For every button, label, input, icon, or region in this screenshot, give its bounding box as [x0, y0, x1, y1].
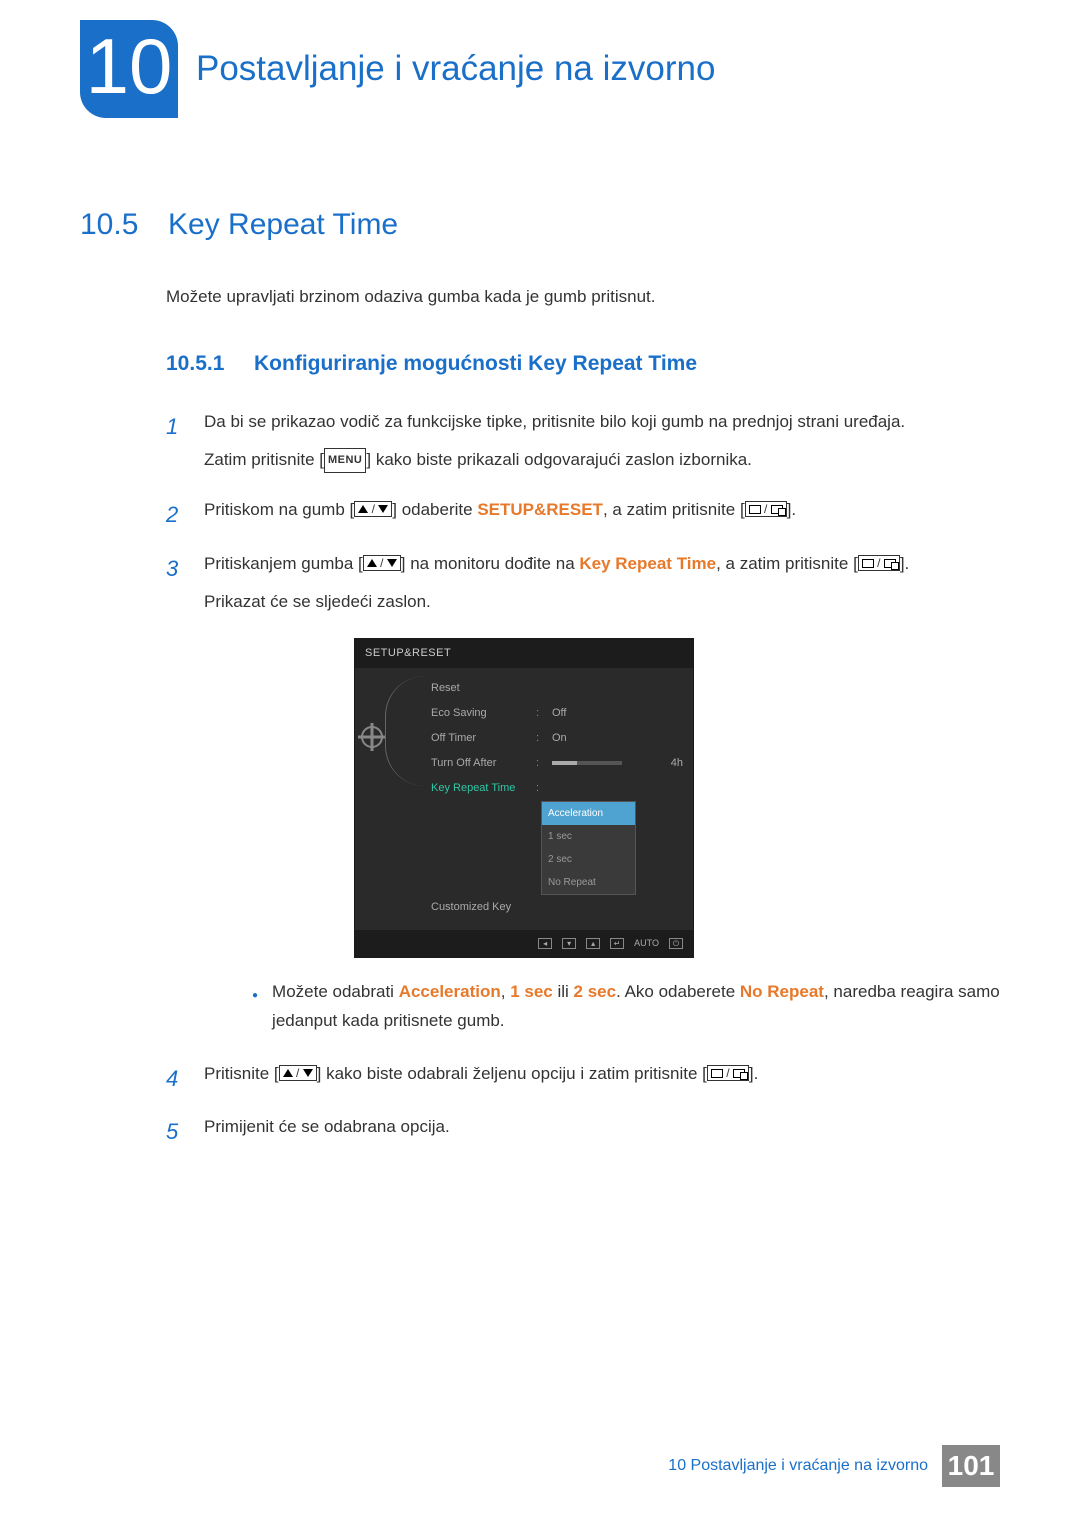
- page-footer: 10 Postavljanje i vraćanje na izvorno 10…: [668, 1445, 1000, 1487]
- up-down-icon: /: [363, 555, 401, 571]
- osd-row-label: Eco Saving: [431, 703, 526, 724]
- step: 1 Da bi se prikazao vodič za funkcijske t…: [166, 406, 1000, 483]
- keyword: SETUP&RESET: [477, 500, 603, 519]
- osd-row-label: Turn Off After: [431, 753, 526, 774]
- osd-nav-icon: ↵: [610, 938, 624, 949]
- osd-menu: ResetEco Saving:OffOff Timer:OnTurn Off …: [431, 676, 683, 919]
- osd-row-value: On: [552, 728, 683, 749]
- step: 4 Pritisnite [ / ] kako biste odabrali že…: [166, 1058, 1000, 1100]
- step: 2 Pritiskom na gumb [ / ] odaberite SETUP…: [166, 494, 1000, 536]
- osd-row-label: Off Timer: [431, 728, 526, 749]
- osd-row-label: Key Repeat Time: [431, 778, 526, 799]
- step-number: 5: [166, 1111, 186, 1153]
- step-number: 4: [166, 1058, 186, 1100]
- osd-slider: [552, 761, 622, 765]
- osd-title: SETUP&RESET: [355, 639, 693, 668]
- osd-row-label: Customized Key: [431, 897, 526, 918]
- step-line: Prikazat će se sljedeći zaslon.: [204, 586, 1000, 618]
- gear-icon: [361, 726, 383, 748]
- step-body: Pritiskanjem gumba [ / ] na monitoru dođ…: [204, 548, 1000, 1046]
- enter-icon: /: [745, 501, 787, 517]
- osd-row-value: Off: [552, 703, 683, 724]
- steps-list: 1 Da bi se prikazao vodič za funkcijske t…: [166, 406, 1000, 1154]
- step-number: 1: [166, 406, 186, 483]
- footer-chapter-ref: 10 Postavljanje i vraćanje na izvorno: [668, 1457, 928, 1475]
- section-intro: Možete upravljati brzinom odaziva gumba …: [166, 284, 1000, 310]
- step-body: Da bi se prikazao vodič za funkcijske ti…: [204, 406, 1000, 483]
- bullet-icon: ●: [252, 987, 258, 1036]
- section-number: 10.5: [80, 208, 150, 242]
- chapter-title: Postavljanje i vraćanje na izvorno: [196, 49, 715, 89]
- page-number: 101: [942, 1445, 1000, 1487]
- step: 5 Primijenit će se odabrana opcija.: [166, 1111, 1000, 1153]
- enter-icon: /: [707, 1065, 749, 1081]
- osd-submenu-item: 1 sec: [542, 825, 635, 848]
- power-icon: ⏻: [669, 938, 683, 949]
- keyword: Key Repeat Time: [579, 554, 716, 573]
- osd-screenshot: SETUP&RESET ResetEco Saving:OffOff Timer:…: [354, 638, 1000, 957]
- osd-submenu: Acceleration1 sec2 secNo Repeat: [541, 801, 636, 895]
- step-number: 2: [166, 494, 186, 536]
- step-line: Pritisnite [ / ] kako biste odabrali žel…: [204, 1058, 1000, 1090]
- osd-submenu-item: No Repeat: [542, 871, 635, 894]
- step-line: Primijenit će se odabrana opcija.: [204, 1111, 1000, 1143]
- osd-row: Customized Key: [431, 895, 683, 920]
- osd-auto-label: AUTO: [634, 935, 659, 952]
- subsection-title: Konfiguriranje mogućnosti Key Repeat Tim…: [254, 352, 697, 376]
- section-title: Key Repeat Time: [168, 208, 398, 242]
- step-body: Pritisnite [ / ] kako biste odabrali žel…: [204, 1058, 1000, 1100]
- up-down-icon: /: [354, 501, 392, 517]
- osd-row-label: Reset: [431, 678, 526, 699]
- osd-row: Reset: [431, 676, 683, 701]
- step: 3 Pritiskanjem gumba [ / ] na monitoru do…: [166, 548, 1000, 1046]
- subsection-heading: 10.5.1 Konfiguriranje mogućnosti Key Rep…: [166, 352, 1000, 376]
- osd-footer: ◂ ▾ ▴ ↵ AUTO ⏻: [355, 930, 693, 957]
- osd-row: Eco Saving:Off: [431, 701, 683, 726]
- osd-row: Turn Off After:4h: [431, 751, 683, 776]
- subsection-number: 10.5.1: [166, 352, 236, 376]
- osd-arc-decoration: [385, 676, 425, 786]
- chapter-number-badge: 10: [80, 20, 178, 118]
- up-down-icon: /: [279, 1065, 317, 1081]
- step-line: Da bi se prikazao vodič za funkcijske ti…: [204, 406, 1000, 438]
- step-body: Pritiskom na gumb [ / ] odaberite SETUP&…: [204, 494, 1000, 536]
- menu-button-icon: MENU: [324, 448, 366, 473]
- osd-nav-icon: ◂: [538, 938, 552, 949]
- osd-nav-icon: ▴: [586, 938, 600, 949]
- osd-row: Off Timer:On: [431, 726, 683, 751]
- osd-row: Key Repeat Time:: [431, 776, 683, 801]
- note-text: Možete odabrati Acceleration, 1 sec ili …: [272, 978, 1000, 1036]
- enter-icon: /: [858, 555, 900, 571]
- section-heading: 10.5 Key Repeat Time: [80, 208, 1000, 242]
- step-line: Zatim pritisnite [MENU] kako biste prika…: [204, 444, 1000, 476]
- step-number: 3: [166, 548, 186, 1046]
- step-body: Primijenit će se odabrana opcija.: [204, 1111, 1000, 1153]
- step-line: Pritiskanjem gumba [ / ] na monitoru dođ…: [204, 548, 1000, 580]
- chapter-header: 10 Postavljanje i vraćanje na izvorno: [80, 20, 1000, 118]
- osd-submenu-item: Acceleration: [542, 802, 635, 825]
- osd-submenu-item: 2 sec: [542, 848, 635, 871]
- step-line: Pritiskom na gumb [ / ] odaberite SETUP&…: [204, 494, 1000, 526]
- note-bullet: ● Možete odabrati Acceleration, 1 sec ili…: [252, 978, 1000, 1036]
- osd-nav-icon: ▾: [562, 938, 576, 949]
